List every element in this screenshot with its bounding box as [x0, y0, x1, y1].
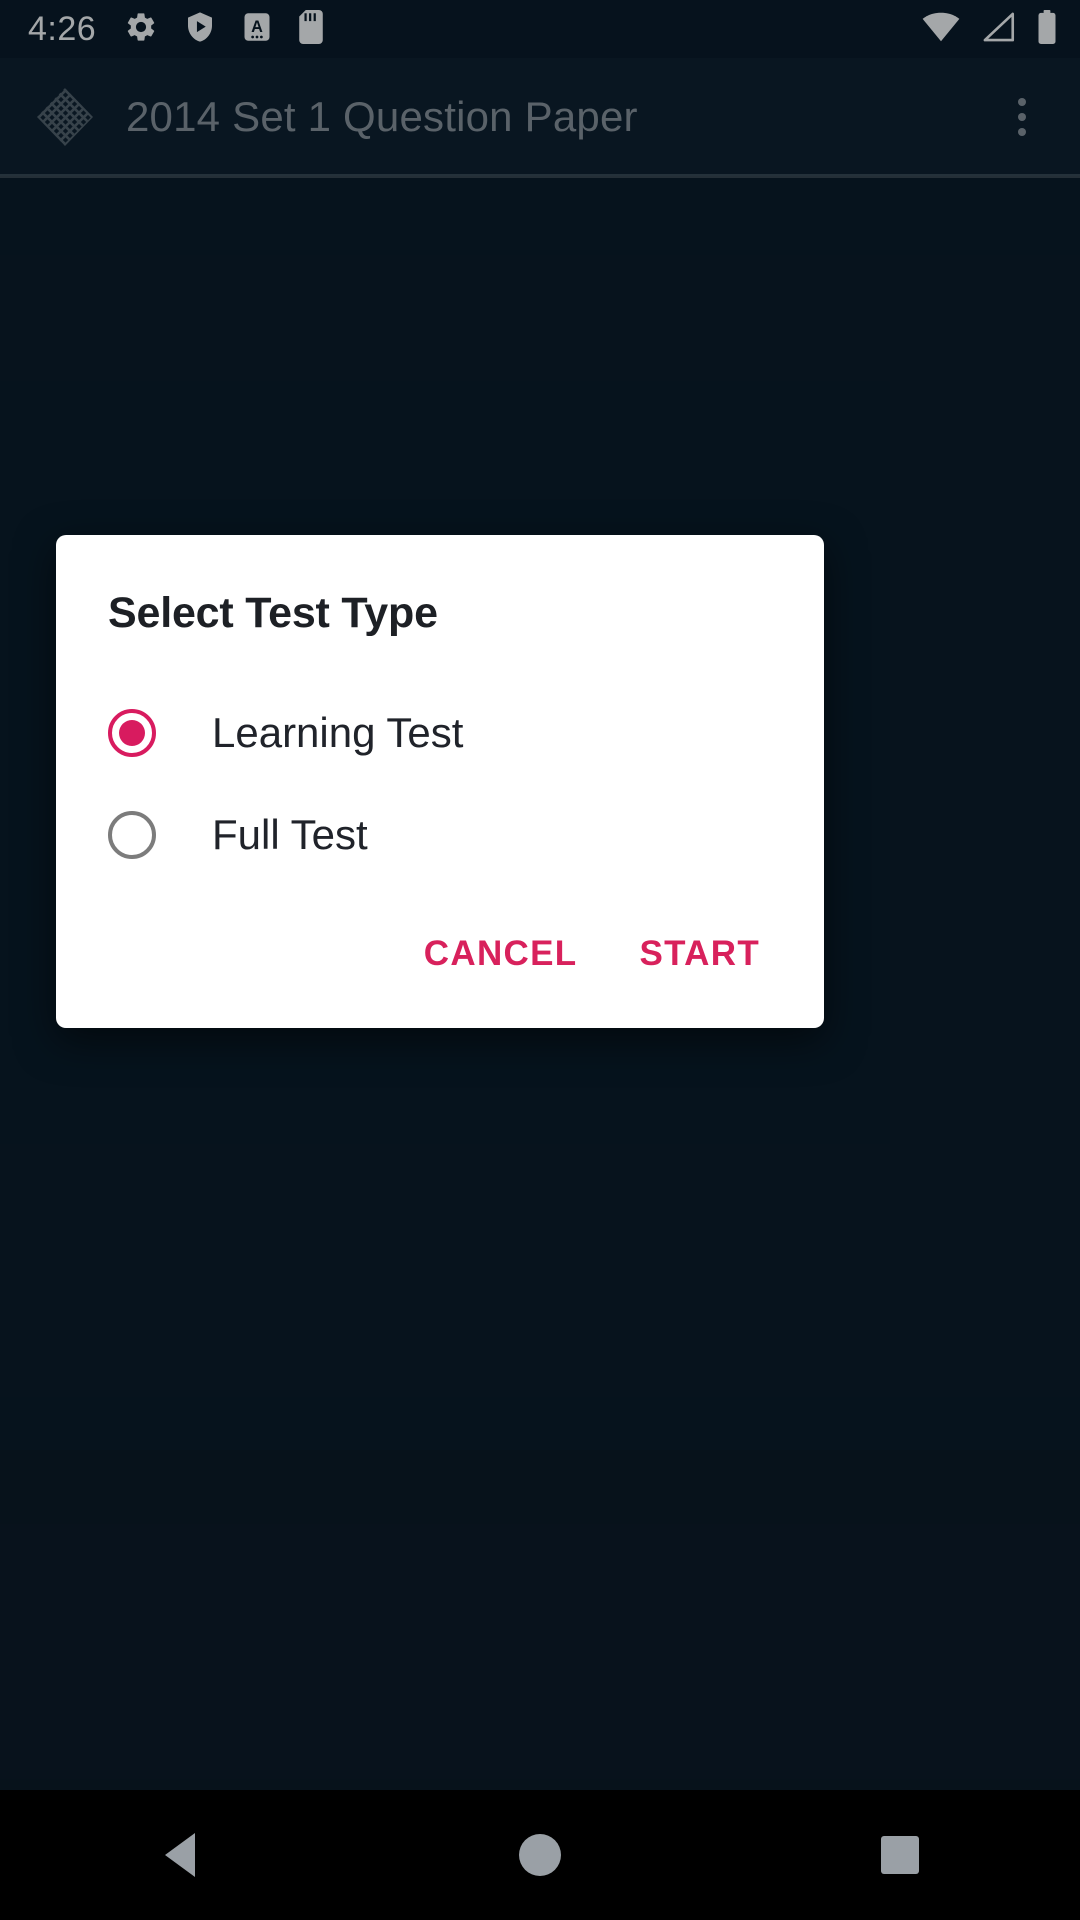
dialog-title: Select Test Type: [108, 589, 438, 637]
system-navigation-bar: [0, 1790, 1080, 1920]
radio-button-unselected-icon[interactable]: [108, 811, 156, 859]
home-circle-icon: [519, 1834, 561, 1876]
test-type-radio-group: Learning Test Full Test: [56, 682, 824, 886]
back-triangle-icon: [165, 1833, 195, 1877]
radio-option-full-test[interactable]: Full Test: [56, 784, 824, 886]
radio-option-learning-test[interactable]: Learning Test: [56, 682, 824, 784]
nav-home-button[interactable]: [480, 1795, 600, 1915]
radio-option-label: Full Test: [212, 811, 368, 858]
dialog-action-bar: CANCEL START: [56, 886, 824, 1006]
radio-button-selected-icon[interactable]: [108, 709, 156, 757]
recents-square-icon: [881, 1836, 919, 1874]
nav-back-button[interactable]: [120, 1795, 240, 1915]
radio-option-label: Learning Test: [212, 709, 464, 756]
select-test-type-dialog: Select Test Type Learning Test Full Test…: [56, 535, 824, 1028]
nav-recents-button[interactable]: [840, 1795, 960, 1915]
cancel-button[interactable]: CANCEL: [400, 916, 602, 992]
start-button[interactable]: START: [615, 916, 784, 992]
